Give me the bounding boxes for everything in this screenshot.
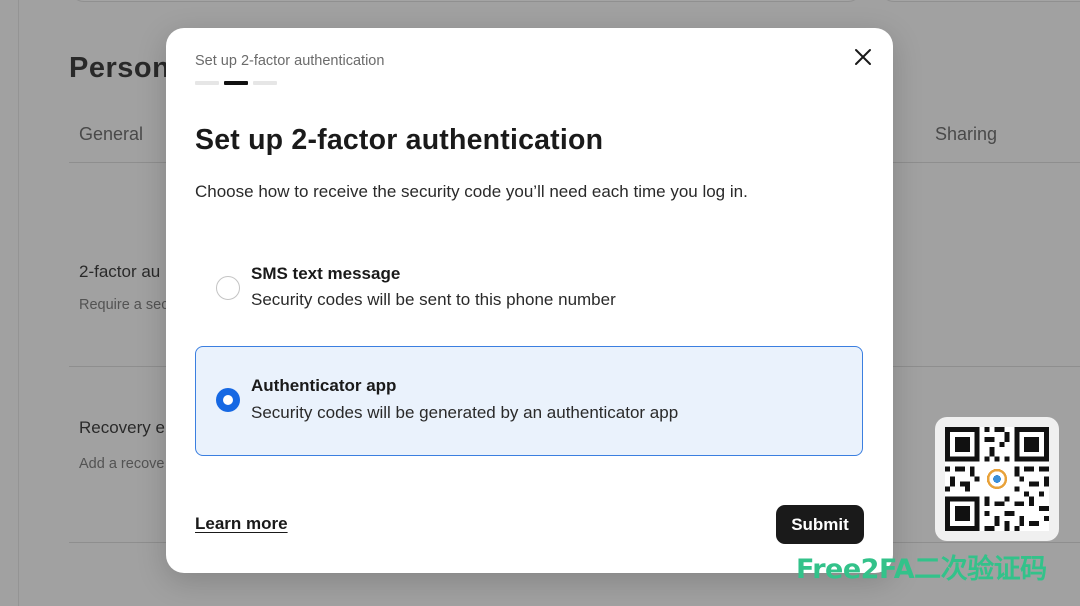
close-button[interactable]	[847, 41, 879, 73]
learn-more-link[interactable]: Learn more	[195, 514, 288, 534]
option-sms-text-message[interactable]: SMS text message Security codes will be …	[195, 233, 863, 343]
step-indicator	[195, 81, 277, 85]
dialog-eyebrow: Set up 2-factor authentication	[195, 53, 385, 69]
option-description: Security codes will be generated by an a…	[251, 403, 679, 422]
qr-code-watermark	[935, 417, 1059, 541]
submit-button[interactable]: Submit	[776, 505, 864, 544]
page: Person General Sharing 2-factor au Requi…	[0, 0, 1080, 606]
watermark-text: Free2FA二次验证码	[796, 554, 1047, 585]
dialog-description: Choose how to receive the security code …	[195, 182, 748, 201]
two-factor-setup-dialog: Set up 2-factor authentication Set up 2-…	[166, 28, 893, 573]
step-1	[195, 81, 219, 85]
step-2-current	[224, 81, 248, 85]
option-description: Security codes will be sent to this phon…	[251, 290, 616, 309]
option-authenticator-app[interactable]: Authenticator app Security codes will be…	[195, 346, 863, 456]
authenticator-radio[interactable]	[216, 388, 240, 412]
sms-radio[interactable]	[216, 276, 240, 300]
qr-code-icon	[945, 427, 1049, 531]
step-3	[253, 81, 277, 85]
dialog-title: Set up 2-factor authentication	[195, 124, 604, 156]
close-icon	[855, 49, 871, 65]
option-title: Authenticator app	[251, 376, 397, 395]
option-title: SMS text message	[251, 264, 401, 283]
